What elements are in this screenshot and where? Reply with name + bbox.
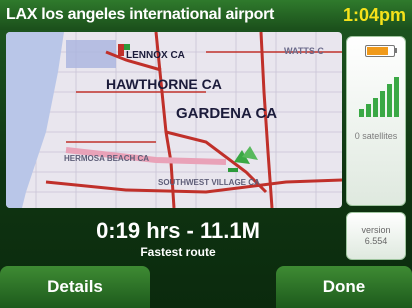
version-panel: version 6.554 — [346, 212, 406, 260]
signal-strength-icon — [359, 77, 399, 117]
satellite-count: 0 satellites — [354, 131, 398, 141]
details-button-label: Details — [47, 277, 103, 296]
done-button-label: Done — [322, 277, 366, 296]
title-bar: LAX los angeles international airport 1:… — [0, 0, 412, 30]
battery-icon — [365, 45, 395, 57]
battery-tip — [394, 48, 397, 53]
battery-level-fill — [367, 47, 388, 55]
details-button[interactable]: Details — [0, 266, 150, 308]
navigation-screen: LAX los angeles international airport 1:… — [0, 0, 412, 308]
map-label-southwest: SOUTHWEST VILLAGE CA — [158, 178, 260, 187]
route-summary: 0:19 hrs - 11.1M — [96, 218, 260, 243]
map-label-hawthorne: HAWTHORNE CA — [106, 76, 222, 92]
map-label-lennox: LENNOX CA — [126, 50, 185, 61]
route-type: Fastest route — [140, 245, 216, 259]
done-button[interactable]: Done — [276, 266, 412, 308]
clock: 1:04pm — [342, 5, 406, 25]
route-map[interactable]: LENNOX CA WATTS C HAWTHORNE CA GARDENA C… — [6, 32, 342, 208]
map-label-hermosa: HERMOSA BEACH CA — [64, 154, 150, 163]
map-label-gardena: GARDENA CA — [176, 105, 278, 122]
gps-status-panel[interactable]: 0 satellites — [346, 36, 406, 206]
map-label-watts: WATTS C — [284, 46, 324, 56]
version-label: version — [361, 225, 391, 235]
version-number: 6.554 — [364, 236, 388, 246]
destination-title: LAX los angeles international airport — [6, 6, 275, 23]
